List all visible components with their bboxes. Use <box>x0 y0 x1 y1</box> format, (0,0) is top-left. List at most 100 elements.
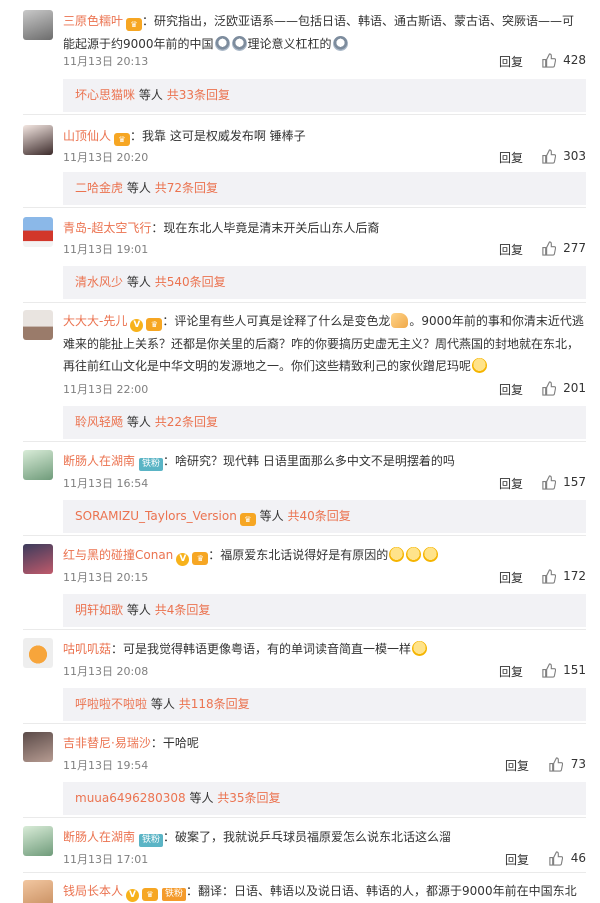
like-button[interactable]: 73 <box>548 757 586 773</box>
comment-text: 咕叽叽菇：可是我觉得韩语更像粤语，有的单词读音简直一模一样 <box>63 638 586 661</box>
like-count: 201 <box>563 381 586 395</box>
sub-replies[interactable]: 呼啦啦不啦啦 等人 共118条回复 <box>63 688 586 721</box>
sub-replies[interactable]: SORAMIZU_Taylors_Version ♛ 等人 共40条回复 <box>63 500 586 533</box>
verified-v-icon: V <box>130 319 144 332</box>
sub-reply-count[interactable]: 共33条回复 <box>167 88 230 102</box>
sub-replies[interactable]: 坏心思猫咪 等人 共33条回复 <box>63 79 586 112</box>
sub-replies[interactable]: 清水风少 等人 共540条回复 <box>63 266 586 299</box>
dog-emoji-icon <box>389 547 405 562</box>
comment-text: 红与黑的碰撞Conan V ♛ ：福原爱东北话说得好是有原因的 <box>63 544 586 567</box>
reply-button[interactable]: 回复 <box>499 663 523 680</box>
comment-content: ：现在东北人毕竟是清末开关后山东人后裔 <box>151 221 380 235</box>
comment-username[interactable]: 三原色糯叶 <box>63 14 123 28</box>
fans-badge: 铁粉 <box>139 834 164 847</box>
sub-replies[interactable]: muua6496280308 等人 共35条回复 <box>63 782 586 815</box>
sub-replies[interactable]: 明轩如歌 等人 共4条回复 <box>63 594 586 627</box>
like-button[interactable]: 172 <box>541 569 586 585</box>
crown-badge-icon: ♛ <box>239 513 256 526</box>
comment-date: 11月13日 19:01 <box>63 243 149 256</box>
reply-button[interactable]: 回复 <box>499 241 523 258</box>
comment-meta: 11月13日 20:13 回复 428 <box>63 53 586 69</box>
avatar[interactable] <box>23 217 53 247</box>
sub-reply-user[interactable]: 坏心思猫咪 <box>75 88 135 102</box>
reply-button[interactable]: 回复 <box>499 53 523 70</box>
comment-username[interactable]: 红与黑的碰撞Conan <box>63 548 173 562</box>
sad-emoji-icon <box>214 35 230 51</box>
sub-reply-count[interactable]: 共72条回复 <box>155 181 218 195</box>
like-button[interactable]: 303 <box>541 149 586 165</box>
comment-username[interactable]: 吉非替尼·易瑞沙 <box>63 736 151 750</box>
reply-button[interactable]: 回复 <box>499 381 523 398</box>
comment-username[interactable]: 青岛-超太空飞行 <box>63 221 151 235</box>
like-button[interactable]: 428 <box>541 53 586 69</box>
like-button[interactable]: 277 <box>541 241 586 257</box>
reply-button[interactable]: 回复 <box>499 569 523 586</box>
comment-text: 断肠人在湖南 铁粉 ：破案了，我就说乒乓球员福原爱怎么说东北话这么溜 <box>63 826 586 849</box>
sub-reply-text: 等人 <box>126 603 151 617</box>
sub-reply-count[interactable]: 共4条回复 <box>155 603 211 617</box>
avatar[interactable] <box>23 638 53 668</box>
comment-username[interactable]: 钱局长本人 <box>63 884 123 898</box>
like-button[interactable]: 157 <box>541 475 586 491</box>
crown-badge-icon: ♛ <box>114 133 131 146</box>
sub-reply-user[interactable]: 呼啦啦不啦啦 <box>75 697 147 711</box>
sub-reply-user[interactable]: muua6496280308 <box>75 791 186 805</box>
comment-text: 三原色糯叶 ♛ ：研究指出，泛欧亚语系——包括日语、韩语、通古斯语、蒙古语、突厥语—… <box>63 10 586 55</box>
like-button[interactable]: 201 <box>541 381 586 397</box>
sub-reply-count[interactable]: 共118条回复 <box>179 697 250 711</box>
sub-replies[interactable]: 二哈金虎 等人 共72条回复 <box>63 172 586 205</box>
reply-button[interactable]: 回复 <box>505 757 529 774</box>
comment-content: ：翻译：日语、韩语以及说日语、韩语的人，都源于9000年前在中国东北种 <box>186 884 577 898</box>
comment-username[interactable]: 咕叽叽菇 <box>63 642 111 656</box>
avatar[interactable] <box>23 732 53 762</box>
comment-text: 山顶仙人 ♛ ：我靠 这可是权威发布啊 锤棒子 <box>63 125 586 148</box>
comment-date: 11月13日 17:01 <box>63 853 149 866</box>
avatar[interactable] <box>23 125 53 155</box>
reply-button[interactable]: 回复 <box>499 149 523 166</box>
comment-username[interactable]: 大大大-先儿 <box>63 314 127 328</box>
reply-button[interactable]: 回复 <box>499 475 523 492</box>
comment-meta: 11月13日 17:01 回复 46 <box>63 851 586 867</box>
comment-date: 11月13日 19:54 <box>63 759 149 772</box>
grin-emoji-icon <box>472 358 488 373</box>
like-button[interactable]: 151 <box>541 663 586 679</box>
like-count: 428 <box>563 53 586 67</box>
sub-reply-text: 等人 <box>126 415 151 429</box>
divider <box>23 629 586 630</box>
avatar[interactable] <box>23 450 53 480</box>
like-count: 73 <box>570 757 586 771</box>
sub-reply-user[interactable]: 二哈金虎 <box>75 181 123 195</box>
thumbs-up-icon <box>542 663 556 678</box>
thumbs-up-icon <box>542 241 556 256</box>
sub-reply-user[interactable]: 聆风轻飏 <box>75 415 123 429</box>
comment-username[interactable]: 断肠人在湖南 <box>63 454 135 468</box>
dog-emoji-icon <box>423 547 439 562</box>
reply-button[interactable]: 回复 <box>505 851 529 868</box>
sub-reply-user[interactable]: 明轩如歌 <box>75 603 123 617</box>
avatar[interactable] <box>23 826 53 856</box>
sub-replies[interactable]: 聆风轻飏 等人 共22条回复 <box>63 406 586 439</box>
divider <box>23 207 586 208</box>
divider <box>23 817 586 818</box>
sub-reply-user[interactable]: SORAMIZU_Taylors_Version <box>75 509 237 523</box>
like-count: 157 <box>563 475 586 489</box>
sub-reply-count[interactable]: 共35条回复 <box>217 791 280 805</box>
comment-username[interactable]: 山顶仙人 <box>63 129 111 143</box>
avatar[interactable] <box>23 544 53 574</box>
comment-date: 11月13日 20:20 <box>63 151 149 164</box>
sub-reply-user[interactable]: 清水风少 <box>75 275 123 289</box>
avatar[interactable] <box>23 310 53 340</box>
sub-reply-count[interactable]: 共22条回复 <box>155 415 218 429</box>
sub-reply-count[interactable]: 共40条回复 <box>287 509 350 523</box>
comment-meta: 11月13日 22:00 回复 201 <box>63 381 586 397</box>
fans-badge: 铁粉 <box>139 458 164 471</box>
comment-username[interactable]: 断肠人在湖南 <box>63 830 135 844</box>
like-button[interactable]: 46 <box>548 851 586 867</box>
sub-reply-count[interactable]: 共540条回复 <box>155 275 226 289</box>
avatar[interactable] <box>23 880 53 903</box>
like-count: 151 <box>563 663 586 677</box>
verified-v-icon: V <box>126 889 140 902</box>
avatar[interactable] <box>23 10 53 40</box>
like-count: 46 <box>570 851 586 865</box>
comment-content: ：福原爱东北话说得好是有原因的 <box>208 548 389 562</box>
